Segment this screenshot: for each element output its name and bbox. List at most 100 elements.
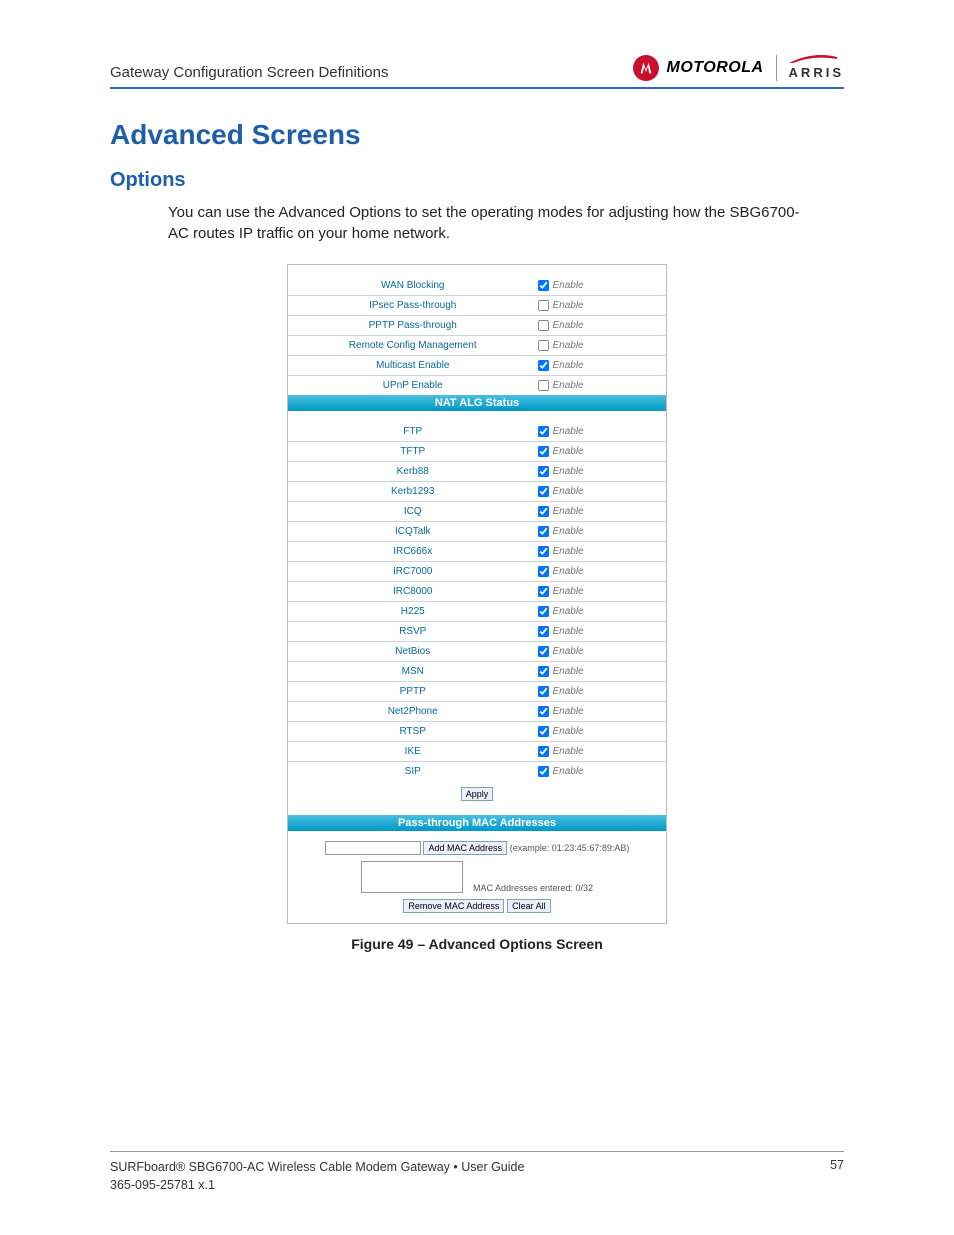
enable-label: Enable <box>552 300 583 311</box>
enable-checkbox[interactable] <box>538 466 549 477</box>
enable-checkbox[interactable] <box>538 666 549 677</box>
option-label: PPTP <box>288 682 537 702</box>
clear-all-button[interactable]: Clear All <box>507 899 551 913</box>
enable-checkbox[interactable] <box>538 360 549 371</box>
enable-checkbox[interactable] <box>538 506 549 517</box>
option-label: ICQ <box>288 502 537 522</box>
option-label: UPnP Enable <box>288 376 537 396</box>
option-label: NetBios <box>288 642 537 662</box>
enable-label: Enable <box>552 606 583 617</box>
enable-label: Enable <box>552 626 583 637</box>
nat-alg-status-header: NAT ALG Status <box>288 395 666 411</box>
enable-checkbox[interactable] <box>538 526 549 537</box>
arris-wordmark: ARRIS <box>789 57 844 80</box>
option-row: ICQ Enable <box>288 502 666 522</box>
mac-example-text: (example: 01:23:45:67:89:AB) <box>510 843 630 853</box>
option-row: Net2PhoneEnable <box>288 702 666 722</box>
page-header: Gateway Configuration Screen Definitions… <box>110 55 844 89</box>
enable-checkbox[interactable] <box>538 646 549 657</box>
enable-checkbox[interactable] <box>538 300 549 311</box>
enable-label: Enable <box>552 280 583 291</box>
enable-label: Enable <box>552 486 583 497</box>
nat-table: FTPEnableTFTPEnableKerb88EnableKerb1293E… <box>288 411 666 781</box>
mac-address-listbox[interactable] <box>361 861 463 893</box>
option-label: IRC666x <box>288 542 537 562</box>
remove-mac-address-button[interactable]: Remove MAC Address <box>403 899 504 913</box>
option-row: IRC8000 Enable <box>288 582 666 602</box>
enable-label: Enable <box>552 380 583 391</box>
option-label: Kerb1293 <box>288 482 537 502</box>
add-mac-address-button[interactable]: Add MAC Address <box>423 841 507 855</box>
option-row: TFTPEnable <box>288 442 666 462</box>
option-row: FTP Enable <box>288 411 666 442</box>
enable-checkbox[interactable] <box>538 586 549 597</box>
enable-checkbox[interactable] <box>538 686 549 697</box>
enable-label: Enable <box>552 360 583 371</box>
option-label: TFTP <box>288 442 537 462</box>
option-label: Multicast Enable <box>288 356 537 376</box>
enable-label: Enable <box>552 746 583 757</box>
page-footer: SURFboard® SBG6700-AC Wireless Cable Mod… <box>110 1151 844 1196</box>
option-row: H225 Enable <box>288 602 666 622</box>
enable-label: Enable <box>552 566 583 577</box>
heading-advanced-screens: Advanced Screens <box>110 119 844 151</box>
enable-checkbox[interactable] <box>538 566 549 577</box>
options-description: You can use the Advanced Options to set … <box>168 202 818 244</box>
option-label: Kerb88 <box>288 462 537 482</box>
enable-checkbox[interactable] <box>538 426 549 437</box>
motorola-wordmark: MOTOROLA <box>667 59 764 77</box>
option-label: Net2Phone <box>288 702 537 722</box>
option-row: Kerb1293 Enable <box>288 482 666 502</box>
enable-checkbox[interactable] <box>538 380 549 391</box>
option-row: IRC7000Enable <box>288 562 666 582</box>
option-row: MSN Enable <box>288 662 666 682</box>
figure-caption: Figure 49 – Advanced Options Screen <box>287 936 667 952</box>
enable-label: Enable <box>552 766 583 777</box>
enable-checkbox[interactable] <box>538 546 549 557</box>
enable-checkbox[interactable] <box>538 706 549 717</box>
apply-button[interactable]: Apply <box>461 787 494 801</box>
section-title: Gateway Configuration Screen Definitions <box>110 64 388 81</box>
option-row: IKEEnable <box>288 742 666 762</box>
option-row: SIPEnable <box>288 762 666 782</box>
enable-checkbox[interactable] <box>538 340 549 351</box>
enable-checkbox[interactable] <box>538 726 549 737</box>
enable-checkbox[interactable] <box>538 320 549 331</box>
advanced-options-screenshot: WAN BlockingEnableIPsec Pass-throughEnab… <box>287 264 667 924</box>
option-label: ICQTalk <box>288 522 537 542</box>
enable-checkbox[interactable] <box>538 626 549 637</box>
passthrough-mac-header: Pass-through MAC Addresses <box>288 815 666 831</box>
option-row: PPTP Pass-throughEnable <box>288 316 666 336</box>
enable-label: Enable <box>552 686 583 697</box>
mac-address-input[interactable] <box>325 841 421 855</box>
enable-label: Enable <box>552 506 583 517</box>
enable-label: Enable <box>552 426 583 437</box>
options-table: WAN BlockingEnableIPsec Pass-throughEnab… <box>288 265 666 395</box>
arris-swoosh-icon <box>789 55 837 63</box>
option-label: H225 <box>288 602 537 622</box>
option-row: IRC666xEnable <box>288 542 666 562</box>
enable-checkbox[interactable] <box>538 766 549 777</box>
page-number: 57 <box>830 1158 844 1196</box>
enable-label: Enable <box>552 666 583 677</box>
footer-product-line: SURFboard® SBG6700-AC Wireless Cable Mod… <box>110 1158 524 1177</box>
option-label: Remote Config Management <box>288 336 537 356</box>
enable-checkbox[interactable] <box>538 446 549 457</box>
motorola-logo-icon <box>633 55 659 81</box>
option-label: WAN Blocking <box>288 265 537 296</box>
option-label: MSN <box>288 662 537 682</box>
option-label: FTP <box>288 411 537 442</box>
enable-label: Enable <box>552 726 583 737</box>
enable-checkbox[interactable] <box>538 746 549 757</box>
heading-options: Options <box>110 169 844 192</box>
footer-doc-number: 365-095-25781 x.1 <box>110 1176 524 1195</box>
option-row: PPTP Enable <box>288 682 666 702</box>
enable-label: Enable <box>552 526 583 537</box>
enable-checkbox[interactable] <box>538 606 549 617</box>
option-label: IRC8000 <box>288 582 537 602</box>
option-row: ICQTalk Enable <box>288 522 666 542</box>
enable-checkbox[interactable] <box>538 280 549 291</box>
enable-label: Enable <box>552 320 583 331</box>
enable-checkbox[interactable] <box>538 486 549 497</box>
enable-label: Enable <box>552 586 583 597</box>
